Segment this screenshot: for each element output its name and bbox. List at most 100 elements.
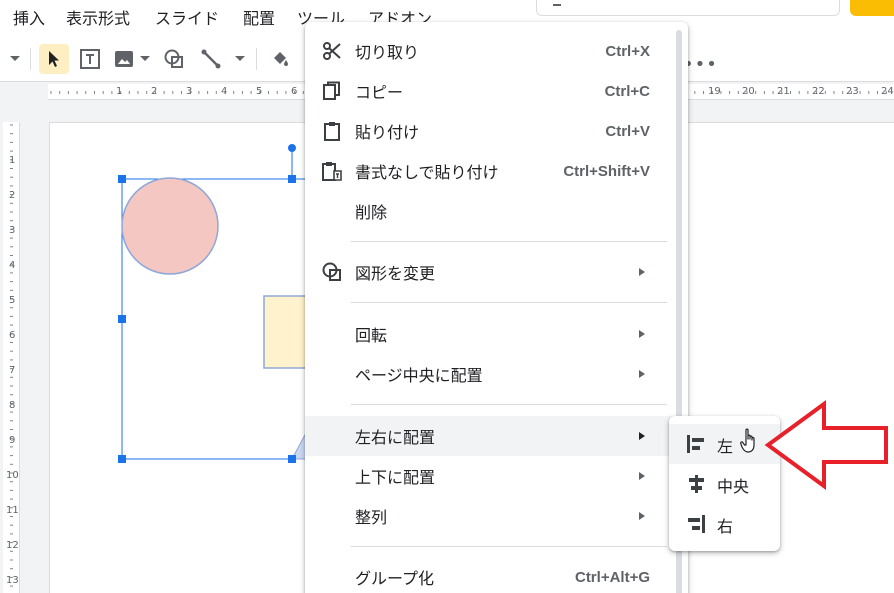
ruler-label: 23 — [846, 86, 859, 97]
submenu-arrow-icon — [639, 512, 645, 520]
menu-item-paste-plain[interactable]: 書式なしで貼り付け Ctrl+Shift+V — [305, 151, 677, 191]
ruler-label: 1 — [116, 86, 123, 97]
textbox-tool-button[interactable] — [75, 44, 105, 74]
menu-item-shortcut: Ctrl+V — [605, 122, 650, 140]
vruler-label: 12 — [6, 540, 19, 551]
menu-item-shortcut: Ctrl+Shift+V — [563, 162, 650, 180]
more-options-icon[interactable]: ••• — [683, 54, 718, 75]
share-button[interactable] — [850, 0, 894, 16]
select-tool-button[interactable] — [39, 44, 69, 74]
submenu-arrow-icon — [639, 268, 645, 276]
ruler-label: 5 — [256, 86, 263, 97]
vertical-ruler: 1 2 3 4 5 6 7 8 9 10 11 12 13 — [3, 122, 20, 593]
vruler-label: 6 — [9, 330, 16, 341]
menu-item-label: 切り取り — [355, 43, 420, 62]
ruler-label: 22 — [812, 86, 825, 97]
submenu-arrow-icon — [639, 472, 645, 480]
menu-item-align-vertical[interactable]: 上下に配置 — [305, 456, 677, 496]
menu-item-label: 削除 — [355, 203, 388, 222]
menu-divider — [351, 302, 667, 303]
line-tool-button[interactable] — [196, 44, 226, 74]
submenu-arrow-icon — [639, 330, 645, 338]
menu-item-shortcut: Ctrl+Alt+G — [574, 568, 650, 586]
clipboard-icon — [321, 121, 343, 141]
menu-divider — [351, 241, 667, 242]
menu-slide[interactable]: スライド — [155, 5, 219, 29]
ruler-corner — [0, 84, 48, 100]
ruler-label: 20 — [742, 86, 755, 97]
shape-icon — [164, 49, 183, 68]
menu-item-rotate[interactable]: 回転 — [305, 314, 677, 354]
fill-color-button[interactable] — [265, 44, 295, 74]
align-center-icon — [685, 474, 707, 494]
shape-icon — [321, 262, 343, 282]
menu-divider — [351, 404, 667, 405]
menu-item-change-shape[interactable]: 図形を変更 — [305, 252, 677, 292]
menu-item-group[interactable]: グループ化 Ctrl+Alt+G — [305, 557, 677, 593]
ruler-label: 6 — [291, 86, 298, 97]
menu-item-align-horizontal[interactable]: 左右に配置 — [305, 416, 677, 456]
image-dropdown-icon[interactable] — [140, 56, 150, 61]
align-left-icon — [685, 434, 707, 454]
shape-tool-button[interactable] — [159, 44, 189, 74]
menu-item-paste[interactable]: 貼り付け Ctrl+V — [305, 111, 677, 151]
ruler-label: 2 — [151, 86, 158, 97]
menu-item-cut[interactable]: 切り取り Ctrl+X — [305, 31, 677, 71]
menu-item-label: ページ中央に配置 — [355, 366, 483, 385]
image-tool-button[interactable] — [109, 44, 139, 74]
submenu-item-label: 中央 — [717, 477, 750, 496]
vruler-label: 9 — [9, 435, 16, 446]
paint-bucket-icon — [274, 52, 288, 66]
search-box-edge — [553, 4, 561, 6]
vruler-label: 1 — [9, 155, 16, 166]
ruler-label: 21 — [777, 86, 790, 97]
menu-arrange[interactable]: 配置 — [243, 5, 275, 29]
ruler-label: 3 — [186, 86, 193, 97]
menu-format[interactable]: 表示形式 — [66, 5, 130, 29]
menu-item-label: 書式なしで貼り付け — [355, 163, 499, 182]
ruler-label: 24 — [881, 86, 894, 97]
menu-item-label: 図形を変更 — [355, 264, 436, 283]
copy-icon — [321, 81, 343, 101]
menu-item-label: 貼り付け — [355, 123, 420, 142]
hand-pointer-icon — [740, 428, 755, 453]
submenu-arrow-icon — [639, 370, 645, 378]
vruler-label: 2 — [9, 190, 16, 201]
menu-item-distribute[interactable]: 整列 — [305, 496, 677, 536]
vruler-label: 8 — [9, 400, 16, 411]
menu-item-shortcut: Ctrl+C — [604, 82, 650, 100]
vruler-label: 13 — [6, 575, 19, 586]
vruler-label: 4 — [9, 260, 16, 271]
menu-item-shortcut: Ctrl+X — [605, 42, 650, 60]
menu-item-delete[interactable]: 削除 — [305, 191, 677, 231]
submenu-item-label: 右 — [717, 517, 734, 536]
annotation-arrow-icon — [764, 400, 888, 490]
menu-item-center-on-page[interactable]: ページ中央に配置 — [305, 354, 677, 394]
toolbar-divider — [30, 48, 31, 70]
submenu-item-right[interactable]: 右 — [669, 504, 780, 544]
menu-item-label: グループ化 — [355, 569, 435, 588]
textbox-icon — [80, 49, 100, 69]
line-icon — [201, 49, 221, 69]
toolbar-divider — [256, 48, 257, 70]
ruler-label: 4 — [221, 86, 228, 97]
search-box[interactable] — [536, 0, 840, 16]
vruler-label: 11 — [6, 505, 19, 516]
zoom-dropdown-icon[interactable] — [10, 56, 20, 61]
ruler-label: 19 — [708, 86, 721, 97]
menu-item-label: 上下に配置 — [355, 468, 436, 487]
image-icon — [115, 51, 133, 67]
menu-item-copy[interactable]: コピー Ctrl+C — [305, 71, 677, 111]
menu-divider — [351, 546, 667, 547]
paste-plain-icon — [321, 161, 343, 181]
line-dropdown-icon[interactable] — [235, 56, 245, 61]
vruler-label: 7 — [9, 365, 16, 376]
align-right-icon — [685, 514, 707, 534]
vruler-label: 10 — [6, 470, 19, 481]
menu-item-label: 回転 — [355, 326, 388, 345]
submenu-arrow-icon — [639, 432, 645, 440]
menu-insert[interactable]: 挿入 — [13, 5, 45, 29]
menu-item-label: 左右に配置 — [355, 428, 436, 447]
menu-item-label: 整列 — [355, 508, 388, 527]
context-menu: 切り取り Ctrl+X コピー Ctrl+C 貼り付け Ctrl+V 書式なしで… — [305, 22, 688, 593]
